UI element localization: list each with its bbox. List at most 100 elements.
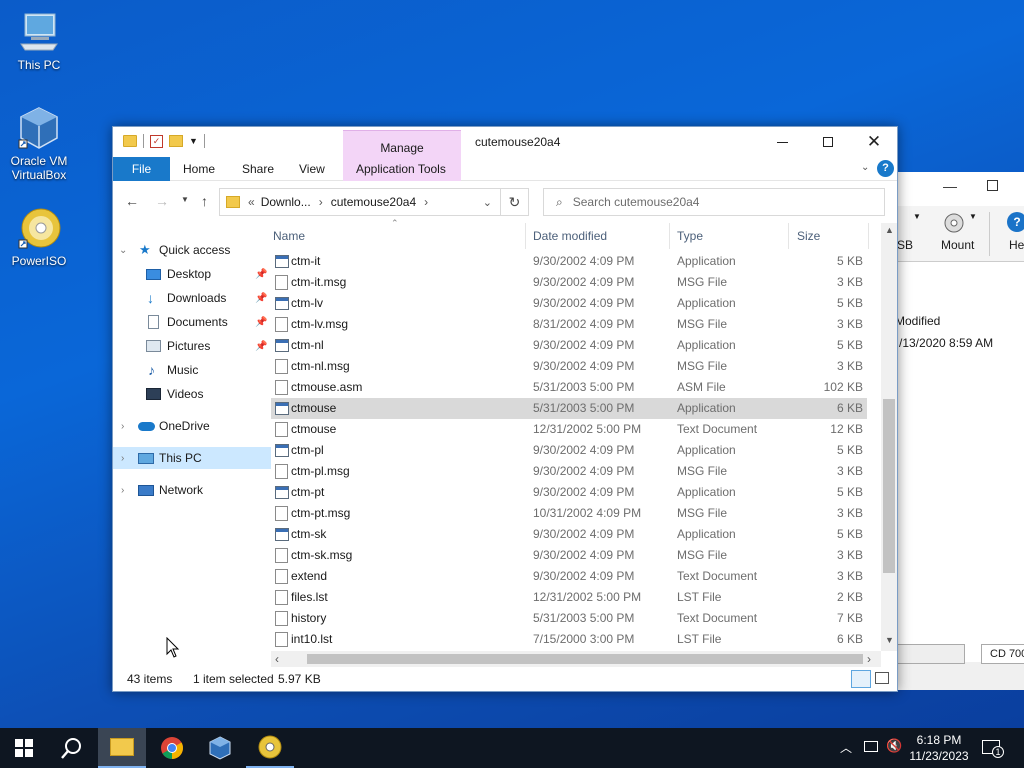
- breadcrumb-chevron-icon[interactable]: ›: [424, 195, 428, 209]
- address-bar[interactable]: « Downlo... › cutemouse20a4 › ⌄: [219, 188, 501, 216]
- nav-videos[interactable]: Videos: [113, 383, 271, 405]
- notification-center-button[interactable]: 1: [980, 736, 1004, 760]
- start-button[interactable]: [0, 728, 48, 768]
- expand-ribbon-icon[interactable]: ⌄: [861, 162, 869, 173]
- table-row[interactable]: ctm-lv 9/30/2002 4:09 PM Application 5 KB: [271, 293, 867, 314]
- scroll-up-icon[interactable]: ▲: [885, 225, 894, 235]
- expand-chevron-icon[interactable]: ›: [121, 485, 124, 496]
- column-header-type[interactable]: Type: [677, 223, 787, 249]
- column-header-size[interactable]: Size: [797, 223, 857, 249]
- explorer-window[interactable]: ✓ ▼ Manage cutemouse20a4 ✕ File Home Sha…: [112, 126, 898, 692]
- scrollbar-thumb[interactable]: [883, 399, 895, 573]
- tab-share[interactable]: Share: [242, 162, 274, 176]
- nav-desktop[interactable]: Desktop 📌: [113, 263, 271, 285]
- up-arrow-icon[interactable]: ↑: [201, 193, 208, 209]
- back-arrow-icon[interactable]: ←: [125, 193, 139, 209]
- breadcrumb-chevron-icon[interactable]: ›: [319, 195, 323, 209]
- network-status-icon[interactable]: [864, 741, 878, 752]
- volume-muted-icon[interactable]: 🔇: [886, 738, 902, 754]
- refresh-button[interactable]: ↻: [501, 188, 529, 216]
- show-hidden-icons-chevron-icon[interactable]: ︿: [840, 739, 852, 756]
- address-dropdown-icon[interactable]: ⌄: [483, 196, 492, 209]
- table-row[interactable]: ctm-lv.msg 8/31/2002 4:09 PM MSG File 3 KB: [271, 314, 867, 335]
- table-row[interactable]: files.lst 12/31/2002 5:00 PM LST File 2 KB: [271, 587, 867, 608]
- table-row[interactable]: ctm-sk 9/30/2002 4:09 PM Application 5 KB: [271, 524, 867, 545]
- details-view-icon[interactable]: [851, 670, 871, 688]
- new-folder-icon[interactable]: [169, 135, 183, 147]
- maximize-button[interactable]: [805, 127, 851, 157]
- table-row[interactable]: ctm-it.msg 9/30/2002 4:09 PM MSG File 3 KB: [271, 272, 867, 293]
- scroll-down-icon[interactable]: ▼: [885, 635, 894, 645]
- taskbar-poweriso[interactable]: [246, 728, 294, 768]
- vertical-scrollbar[interactable]: ▲ ▼: [881, 223, 897, 651]
- horizontal-scrollbar[interactable]: ‹ ›: [271, 651, 881, 667]
- recent-locations-chevron-icon[interactable]: ▼: [181, 195, 189, 204]
- pin-icon[interactable]: 📌: [255, 317, 267, 328]
- scroll-right-icon[interactable]: ›: [867, 652, 871, 666]
- desktop-icon-virtualbox[interactable]: Oracle VM VirtualBox: [3, 106, 75, 182]
- breadcrumb-cutemouse20a4[interactable]: cutemouse20a4: [331, 195, 416, 209]
- clock[interactable]: 6:18 PM 11/23/2023: [906, 732, 972, 764]
- forward-arrow-icon[interactable]: →: [155, 193, 169, 209]
- help-button[interactable]: ? He: [1003, 206, 1024, 262]
- mount-button[interactable]: ▼ Mount: [935, 206, 985, 262]
- background-window[interactable]: — ▼ SB ▼ Mount ? He Modified /13/2020 8:…: [890, 172, 1024, 690]
- table-row[interactable]: ctm-pl 9/30/2002 4:09 PM Application 5 KB: [271, 440, 867, 461]
- pin-icon[interactable]: 📌: [255, 269, 267, 280]
- help-icon[interactable]: ?: [877, 160, 894, 177]
- pin-icon[interactable]: 📌: [255, 341, 267, 352]
- nav-network[interactable]: › Network: [113, 479, 271, 501]
- nav-pictures[interactable]: Pictures 📌: [113, 335, 271, 357]
- desktop-icon-poweriso[interactable]: PowerISO: [3, 206, 75, 268]
- table-row[interactable]: ctm-pt.msg 10/31/2002 4:09 PM MSG File 3 KB: [271, 503, 867, 524]
- table-row[interactable]: ctm-it 9/30/2002 4:09 PM Application 5 KB: [271, 251, 867, 272]
- customize-chevron-icon[interactable]: ▼: [189, 136, 198, 146]
- maximize-icon[interactable]: [987, 180, 998, 191]
- table-row[interactable]: ctmouse 5/31/2003 5:00 PM Application 6 KB: [271, 398, 867, 419]
- taskbar-file-explorer[interactable]: [98, 728, 146, 768]
- table-row[interactable]: ctm-nl.msg 9/30/2002 4:09 PM MSG File 3 KB: [271, 356, 867, 377]
- desktop-icon-this-pc[interactable]: This PC: [3, 10, 75, 72]
- search-button[interactable]: [48, 728, 96, 768]
- expand-chevron-icon[interactable]: ›: [121, 453, 124, 464]
- expand-chevron-icon[interactable]: ⌄: [119, 245, 127, 256]
- large-icons-view-icon[interactable]: [875, 672, 889, 684]
- taskbar-chrome[interactable]: [148, 728, 196, 768]
- nav-quick-access[interactable]: ⌄ ★ Quick access: [113, 239, 271, 261]
- column-header-name[interactable]: Name: [273, 223, 523, 249]
- address-overflow[interactable]: «: [248, 195, 255, 209]
- table-row[interactable]: ctm-sk.msg 9/30/2002 4:09 PM MSG File 3 KB: [271, 545, 867, 566]
- tab-view[interactable]: View: [299, 162, 325, 176]
- nav-downloads[interactable]: ↓ Downloads 📌: [113, 287, 271, 309]
- column-header-modified[interactable]: Modified: [895, 314, 940, 328]
- minimize-button[interactable]: [759, 127, 805, 157]
- file-date: 9/30/2002 4:09 PM: [533, 464, 635, 478]
- tab-home[interactable]: Home: [183, 162, 215, 176]
- table-row[interactable]: ctm-nl 9/30/2002 4:09 PM Application 5 KB: [271, 335, 867, 356]
- table-row[interactable]: ctm-pl.msg 9/30/2002 4:09 PM MSG File 3 KB: [271, 461, 867, 482]
- close-button[interactable]: ✕: [851, 127, 897, 157]
- table-row[interactable]: ctmouse 12/31/2002 5:00 PM Text Document 12…: [271, 419, 867, 440]
- expand-chevron-icon[interactable]: ›: [121, 421, 124, 432]
- table-row[interactable]: extend 9/30/2002 4:09 PM Text Document 3 KB: [271, 566, 867, 587]
- minimize-icon[interactable]: —: [943, 178, 957, 194]
- table-row[interactable]: int10.lst 7/15/2000 3:00 PM LST File 6 KB: [271, 629, 867, 650]
- column-header-date[interactable]: Date modified: [533, 223, 663, 249]
- table-row[interactable]: ctmouse.asm 5/31/2003 5:00 PM ASM File 102 …: [271, 377, 867, 398]
- scrollbar-thumb[interactable]: [307, 654, 863, 664]
- taskbar-virtualbox[interactable]: [196, 728, 244, 768]
- nav-onedrive[interactable]: › OneDrive: [113, 415, 271, 437]
- nav-documents[interactable]: Documents 📌: [113, 311, 271, 333]
- scroll-left-icon[interactable]: ‹: [275, 652, 279, 666]
- properties-icon[interactable]: ✓: [150, 134, 163, 148]
- search-box[interactable]: ⌕ Search cutemouse20a4: [543, 188, 885, 216]
- table-row[interactable]: ctm-pt 9/30/2002 4:09 PM Application 5 KB: [271, 482, 867, 503]
- nav-music[interactable]: ♪ Music: [113, 359, 271, 381]
- nav-this-pc[interactable]: › This PC: [113, 447, 271, 469]
- table-row[interactable]: history 5/31/2003 5:00 PM Text Document 7 K…: [271, 608, 867, 629]
- tab-file[interactable]: File: [113, 157, 170, 181]
- breadcrumb-downloads[interactable]: Downlo...: [261, 195, 311, 209]
- minimize-icon: [776, 141, 788, 143]
- title-bar[interactable]: ✓ ▼ Manage cutemouse20a4 ✕: [113, 127, 897, 181]
- pin-icon[interactable]: 📌: [255, 293, 267, 304]
